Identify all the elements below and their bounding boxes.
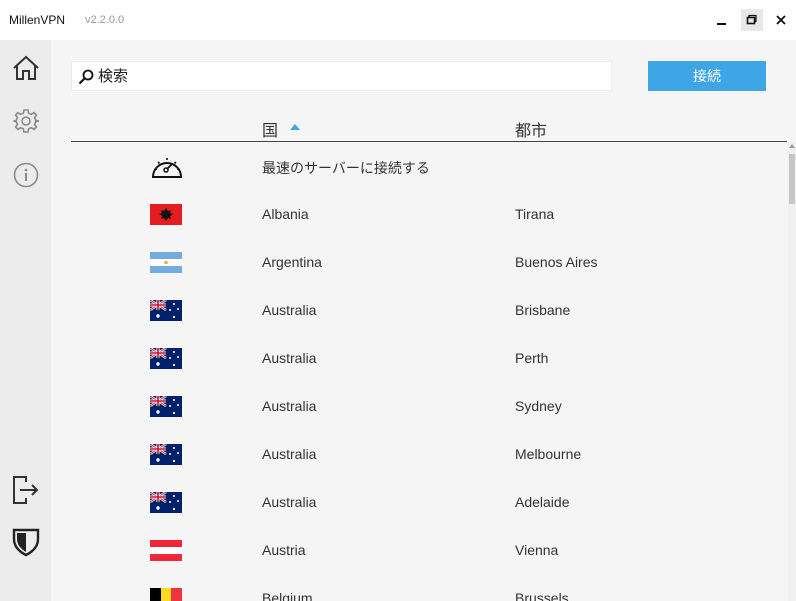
- country-name: Austria: [262, 542, 306, 558]
- flag-australia-icon: [150, 492, 182, 513]
- speedometer-icon: [151, 158, 183, 178]
- title-bar: MillenVPN v2.2.0.0: [0, 0, 796, 40]
- column-header-country[interactable]: 国: [262, 117, 278, 141]
- city-name: Buenos Aires: [515, 254, 598, 270]
- city-name: Melbourne: [515, 446, 582, 462]
- sidebar-item-logout[interactable]: [11, 475, 41, 505]
- table-row[interactable]: Argentina Buenos Aires: [71, 238, 787, 286]
- scrollbar[interactable]: [788, 142, 796, 601]
- logout-icon: [13, 476, 39, 504]
- connect-button[interactable]: 接続: [648, 61, 766, 91]
- search-input[interactable]: [98, 65, 603, 87]
- home-icon: [13, 55, 39, 80]
- flag-australia-icon: [150, 444, 182, 465]
- server-list-panel: 接続 国 都市 最速のサーバーに接続する Albania Tirana: [51, 40, 796, 601]
- city-name: Sydney: [515, 398, 562, 414]
- column-header-city[interactable]: 都市: [515, 117, 547, 141]
- country-name: Australia: [262, 494, 317, 510]
- close-icon: [776, 15, 786, 25]
- sidebar-item-settings[interactable]: [11, 106, 41, 136]
- maximize-button[interactable]: [741, 9, 763, 31]
- minimize-button[interactable]: [711, 9, 733, 31]
- city-name: Perth: [515, 350, 549, 366]
- fastest-server-label: 最速のサーバーに接続する: [262, 160, 430, 176]
- search-icon: [78, 69, 94, 85]
- server-list: 最速のサーバーに接続する Albania Tirana Argentina Bu…: [71, 142, 787, 601]
- flag-australia-icon: [150, 396, 182, 417]
- country-name: Australia: [262, 446, 317, 462]
- scroll-up-arrow-icon[interactable]: [789, 144, 795, 148]
- fastest-server-row[interactable]: 最速のサーバーに接続する: [71, 142, 787, 190]
- flag-australia-icon: [150, 348, 182, 369]
- table-row[interactable]: Albania Tirana: [71, 190, 787, 238]
- info-icon: [13, 162, 39, 188]
- flag-belgium-icon: [150, 588, 182, 601]
- city-name: Adelaide: [515, 494, 570, 510]
- minimize-icon: [717, 23, 726, 25]
- country-name: Argentina: [262, 254, 322, 270]
- scrollbar-thumb[interactable]: [789, 154, 795, 204]
- country-name: Albania: [262, 206, 309, 222]
- sidebar: [0, 40, 51, 601]
- table-row[interactable]: Belgium Brussels: [71, 574, 787, 601]
- country-name: Belgium: [262, 590, 313, 601]
- sidebar-item-home[interactable]: [11, 53, 41, 83]
- app-version: v2.2.0.0: [85, 14, 125, 26]
- shield-icon: [12, 528, 40, 557]
- country-name: Australia: [262, 398, 317, 414]
- table-row[interactable]: Australia Perth: [71, 334, 787, 382]
- sidebar-item-shield[interactable]: [11, 527, 41, 557]
- city-name: Vienna: [515, 542, 559, 558]
- city-name: Tirana: [515, 206, 555, 222]
- close-button[interactable]: [770, 9, 792, 31]
- country-name: Australia: [262, 350, 317, 366]
- table-row[interactable]: Australia Melbourne: [71, 430, 787, 478]
- app-name: MillenVPN: [9, 13, 66, 27]
- flag-albania-icon: [150, 204, 182, 225]
- restore-icon: [746, 14, 757, 25]
- table-row[interactable]: Australia Adelaide: [71, 478, 787, 526]
- country-name: Australia: [262, 302, 317, 318]
- flag-austria-icon: [150, 540, 182, 561]
- sort-ascending-icon: [290, 124, 300, 130]
- table-row[interactable]: Austria Vienna: [71, 526, 787, 574]
- city-name: Brisbane: [515, 302, 571, 318]
- table-row[interactable]: Australia Sydney: [71, 382, 787, 430]
- gear-icon: [13, 109, 39, 133]
- flag-australia-icon: [150, 300, 182, 321]
- city-name: Brussels: [515, 590, 569, 601]
- search-box: [71, 61, 612, 91]
- table-row[interactable]: Australia Brisbane: [71, 286, 787, 334]
- sidebar-item-info[interactable]: [11, 160, 41, 190]
- flag-argentina-icon: [150, 252, 182, 273]
